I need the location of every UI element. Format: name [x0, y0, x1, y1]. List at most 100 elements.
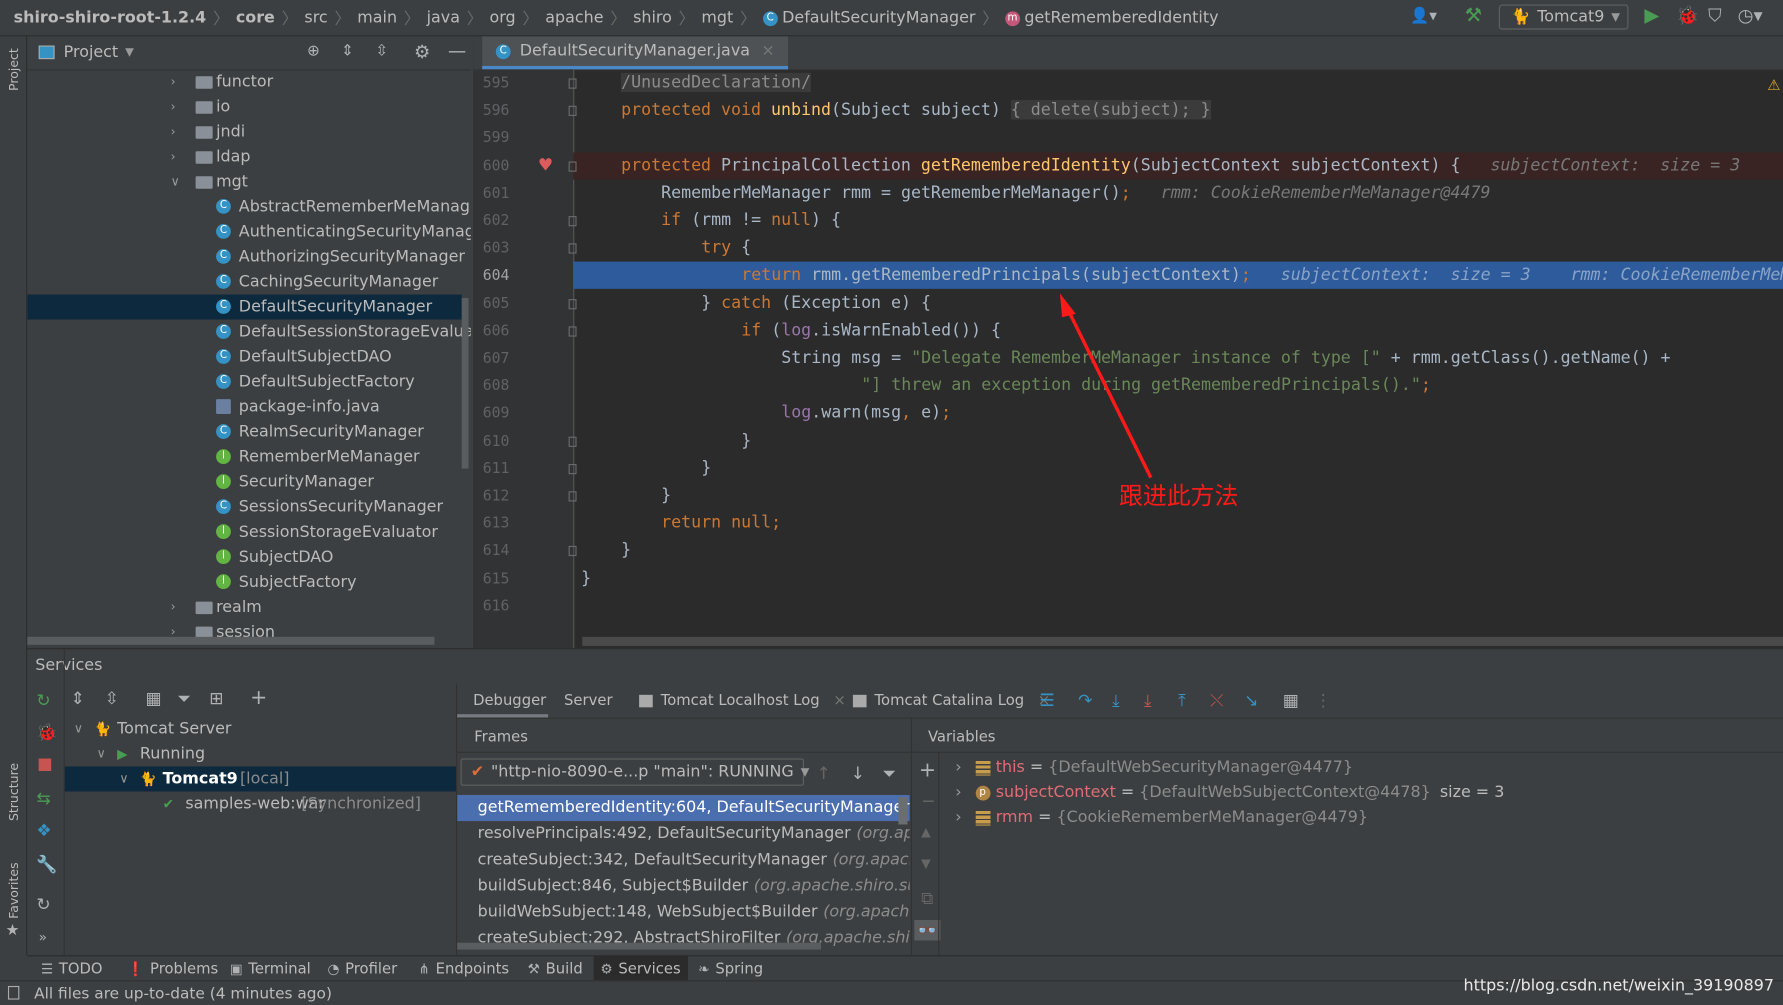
stack-frame[interactable]: resolvePrincipals:492, DefaultSecurityMa…	[457, 821, 910, 847]
previous-frame-icon[interactable]: ↑	[817, 763, 831, 783]
filter-icon[interactable]: ⏷	[177, 688, 191, 708]
locate-icon[interactable]: ⊕	[307, 42, 320, 60]
tool-tab-problems[interactable]: ❗ Problems	[121, 956, 225, 981]
variable-row[interactable]: › rmm = {CookieRememberMeManager@4479}	[955, 805, 1368, 830]
deploy-icon[interactable]: ❖	[36, 820, 51, 840]
chevron-down-icon[interactable]: ∨	[119, 766, 128, 791]
tree-item[interactable]: ∨ mgt	[27, 169, 461, 194]
tree-item[interactable]: I SubjectFactory	[27, 570, 461, 595]
breadcrumb-item[interactable]: getRememberedIdentity	[1024, 9, 1218, 27]
tree-item[interactable]: I SubjectDAO	[27, 545, 461, 570]
tool-tab-endpoints[interactable]: ⋔ Endpoints	[412, 956, 516, 981]
tool-tab-terminal[interactable]: ▣ Terminal	[223, 956, 318, 981]
services-tree-item[interactable]: ✔ samples-web:war [Synchronized]	[65, 791, 456, 816]
breadcrumb-item[interactable]: main	[357, 9, 397, 27]
step-out-icon[interactable]: ⤒	[1178, 690, 1186, 710]
debug-icon[interactable]: 🐞	[36, 722, 57, 742]
tree-item[interactable]: C AbstractRememberMeManager	[27, 194, 471, 219]
chevron-right-icon[interactable]: ›	[955, 809, 961, 827]
tree-item[interactable]: I RememberMeManager	[27, 445, 461, 470]
chevron-right-icon[interactable]: ›	[955, 759, 961, 777]
chevron-right-icon[interactable]: ›	[171, 119, 176, 144]
wrench-icon[interactable]: 🔧	[36, 854, 57, 874]
chevron-down-icon[interactable]: ∨	[97, 741, 106, 766]
more-icon[interactable]: »	[39, 929, 47, 945]
services-tree-item[interactable]: ∨ 🐈 Tomcat9 [local]	[64, 766, 457, 792]
tree-item[interactable]: › jndi	[27, 119, 461, 144]
tree-item[interactable]: C CachingSecurityManager	[27, 270, 461, 295]
chevron-down-icon[interactable]: ∨	[74, 716, 83, 741]
tree-item[interactable]: C DefaultSubjectFactory	[27, 370, 461, 395]
show-execution-point-icon[interactable]: ☰	[1039, 690, 1054, 710]
breadcrumb-item[interactable]: shiro	[633, 9, 672, 27]
step-over-icon[interactable]: ↷	[1078, 690, 1092, 710]
chevron-right-icon[interactable]: ›	[171, 69, 176, 94]
breadcrumb-item[interactable]: DefaultSecurityManager	[782, 9, 975, 27]
trace-stream-icon[interactable]: ⋮	[1315, 690, 1332, 710]
profiler-icon[interactable]: ◷▾	[1738, 5, 1763, 27]
variable-row[interactable]: › p subjectContext = {DefaultWebSubjectCon…	[955, 780, 1504, 805]
tree-item[interactable]: C AuthenticatingSecurityManager	[27, 219, 471, 244]
debug-icon[interactable]: 🐞	[1676, 5, 1699, 27]
stack-frame[interactable]: buildSubject:846, Subject$Builder (org.ap…	[457, 873, 910, 899]
run-config-selector[interactable]: 🐈 Tomcat9 ▼	[1498, 4, 1629, 30]
build-hammer-icon[interactable]: ⚒	[1465, 5, 1482, 28]
tree-item[interactable]: › ldap	[27, 144, 461, 169]
collapse-all-icon[interactable]: ⇳	[105, 688, 119, 708]
chevron-right-icon[interactable]: ›	[171, 144, 176, 169]
frames-scrollbar[interactable]	[898, 797, 908, 825]
rerun-icon[interactable]: ↻	[36, 690, 50, 710]
next-frame-icon[interactable]: ↓	[851, 763, 865, 783]
expand-all-icon[interactable]: ⇕	[341, 42, 354, 60]
tool-tab-services[interactable]: ⚙ Services	[593, 956, 688, 982]
hide-icon[interactable]: —	[448, 40, 466, 62]
run-to-cursor-icon[interactable]: ↘	[1244, 690, 1258, 710]
project-horizontal-scrollbar[interactable]	[27, 636, 435, 645]
tree-item[interactable]: › io	[27, 94, 461, 119]
stack-frame[interactable]: buildWebSubject:148, WebSubject$Builder(…	[457, 900, 910, 926]
breadcrumb-item[interactable]: apache	[545, 9, 603, 27]
run-icon[interactable]: ▶	[1644, 5, 1659, 28]
debugger-tab-debugger[interactable]: Debugger	[473, 693, 546, 710]
tool-tab-build[interactable]: ⚒ Build	[521, 956, 590, 981]
structure-tool-tab[interactable]: Structure	[7, 763, 22, 821]
debugger-tab-tomcat-catalina-log[interactable]: Tomcat Catalina Log ×	[852, 693, 1050, 710]
tree-item[interactable]: C AuthorizingSecurityManager	[27, 244, 465, 269]
collapse-all-icon[interactable]: ⇳	[375, 42, 388, 60]
tool-tab-todo[interactable]: ☰ TODO	[34, 956, 109, 981]
tool-tab-profiler[interactable]: ◔ Profiler	[321, 956, 404, 981]
project-tool-tab[interactable]: Project	[7, 48, 22, 91]
debugger-tab-server[interactable]: Server	[564, 693, 612, 710]
breadcrumb-item[interactable]: src	[304, 9, 327, 27]
update-icon[interactable]: ⇆	[36, 788, 50, 808]
expand-all-icon[interactable]: ⇕	[71, 688, 85, 708]
add-icon[interactable]: +	[250, 686, 267, 710]
breadcrumb-item[interactable]: shiro-shiro-root-1.2.4	[14, 9, 207, 27]
tree-item[interactable]: C RealmSecurityManager	[27, 420, 461, 445]
chevron-down-icon[interactable]: ▼	[125, 47, 134, 60]
chevron-down-icon[interactable]: ∨	[171, 169, 180, 194]
filter-frames-icon[interactable]: ⏷	[882, 763, 896, 783]
force-step-into-icon[interactable]: ⤓	[1144, 690, 1152, 710]
variable-row[interactable]: › this = {DefaultWebSecurityManager@4477}	[955, 755, 1353, 780]
stack-frame[interactable]: createSubject:342, DefaultSecurityManage…	[457, 847, 910, 873]
group-icon[interactable]: ▦	[146, 688, 162, 708]
drop-frame-icon[interactable]: ⤬	[1210, 690, 1224, 710]
project-view-selector[interactable]: Project	[64, 43, 118, 61]
breadcrumb-item[interactable]: core	[236, 9, 275, 27]
breadcrumb-item[interactable]: org	[490, 9, 516, 27]
tree-item[interactable]: I SessionStorageEvaluator	[27, 520, 461, 545]
frames-horizontal-scrollbar[interactable]	[457, 942, 822, 950]
stop-icon[interactable]	[38, 758, 52, 772]
chevron-right-icon[interactable]: ›	[955, 784, 961, 802]
gear-icon[interactable]: ⚙	[414, 41, 430, 63]
user-icon[interactable]: 👤▾	[1410, 7, 1437, 25]
status-icon[interactable]	[7, 985, 20, 1000]
project-vertical-scrollbar[interactable]	[461, 297, 469, 469]
favorites-tool-tab[interactable]: Favorites	[7, 862, 22, 919]
thread-selector[interactable]: ✔ "http-nio-8090-e...p "main": RUNNING ▼	[460, 758, 809, 786]
breadcrumb-item[interactable]: java	[427, 9, 460, 27]
tree-item[interactable]: › realm	[27, 595, 461, 620]
tree-item[interactable]: C SessionsSecurityManager	[27, 495, 461, 520]
tool-tab-spring[interactable]: ❧ Spring	[691, 956, 769, 981]
